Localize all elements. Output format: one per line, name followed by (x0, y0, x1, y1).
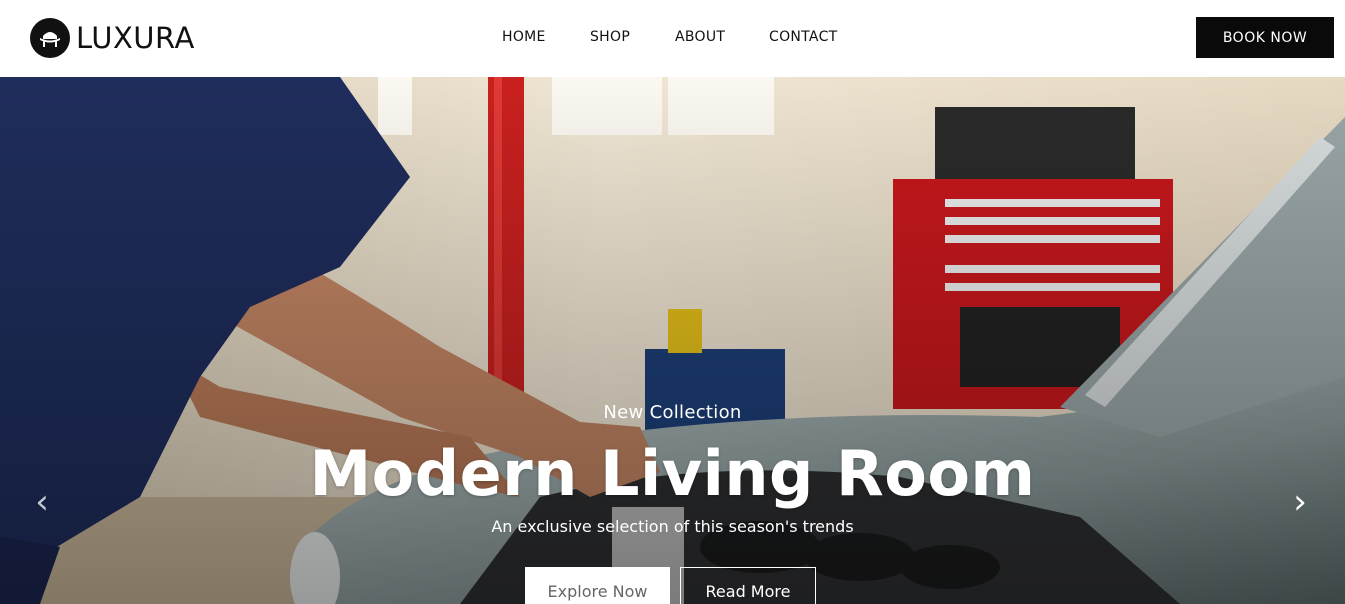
site-header: LUXURA HOME SHOP ABOUT CONTACT BOOK NOW (0, 0, 1345, 77)
nav-item-shop[interactable]: SHOP (590, 29, 630, 45)
book-now-button[interactable]: BOOK NOW (1196, 17, 1334, 58)
nav-item-about[interactable]: ABOUT (675, 29, 725, 45)
hero-kicker: New Collection (603, 402, 742, 423)
main-nav: HOME SHOP ABOUT CONTACT (0, 29, 1345, 49)
read-more-button[interactable]: Read More (680, 567, 816, 604)
explore-now-button[interactable]: Explore Now (525, 567, 670, 604)
nav-item-contact[interactable]: CONTACT (769, 29, 838, 45)
prev-slide-arrow-icon[interactable]: ‹ (27, 482, 57, 522)
hero-subtitle: An exclusive selection of this season's … (491, 517, 854, 536)
nav-item-home[interactable]: HOME (502, 29, 546, 45)
next-slide-arrow-icon[interactable]: › (1285, 482, 1315, 522)
hero-title: Modern Living Room (309, 437, 1036, 510)
hero-slider: New Collection Modern Living Room An exc… (0, 77, 1345, 604)
